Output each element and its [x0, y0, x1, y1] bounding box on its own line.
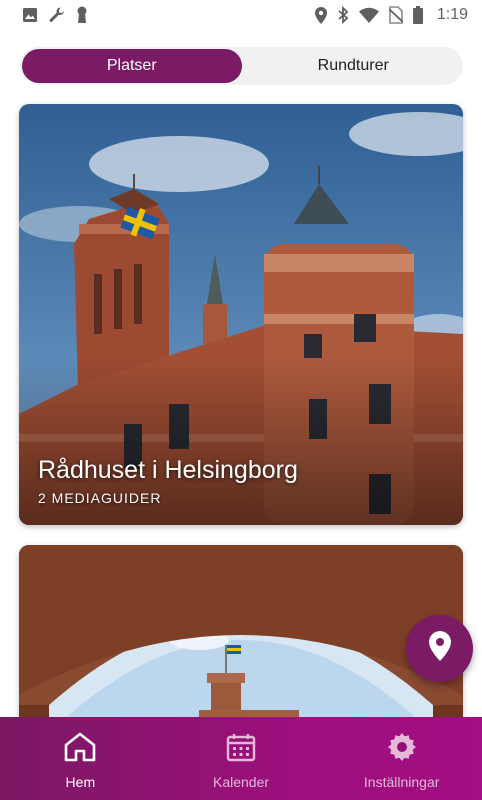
gear-icon: [386, 731, 418, 768]
card-title: Rådhuset i Helsingborg: [38, 456, 298, 484]
home-icon: [62, 731, 98, 768]
calendar-icon: [225, 731, 257, 768]
places-tours-toggle: Platser Rundturer: [20, 47, 463, 85]
map-pin-icon: [428, 631, 451, 666]
no-sim-icon: [388, 6, 403, 24]
clock-time: 1:19: [436, 6, 468, 23]
place-card-radhuset[interactable]: Rådhuset i Helsingborg 2 MEDIAGUIDER: [19, 104, 463, 525]
nav-calendar-label: Kalender: [212, 774, 270, 790]
tab-platser[interactable]: Platser: [22, 49, 242, 83]
wrench-icon: [48, 6, 66, 24]
nav-settings-label: Inställningar: [363, 774, 440, 790]
bottom-navigation: Hem Kalender Inställningar: [0, 717, 482, 800]
nav-home-label: Hem: [65, 774, 96, 790]
wifi-icon: [358, 7, 379, 23]
card-subtitle: 2 MEDIAGUIDER: [38, 490, 162, 506]
map-pin-button[interactable]: [406, 615, 473, 682]
status-bar: 1:19: [0, 0, 482, 30]
keyhole-icon: [76, 6, 88, 24]
bluetooth-icon: [337, 6, 349, 24]
nav-home[interactable]: Hem: [0, 717, 161, 800]
tab-rundturer[interactable]: Rundturer: [244, 47, 464, 85]
image-icon: [22, 7, 38, 23]
nav-settings[interactable]: Inställningar: [321, 717, 482, 800]
location-icon: [314, 6, 327, 24]
nav-calendar[interactable]: Kalender: [161, 717, 322, 800]
battery-icon: [412, 6, 423, 24]
